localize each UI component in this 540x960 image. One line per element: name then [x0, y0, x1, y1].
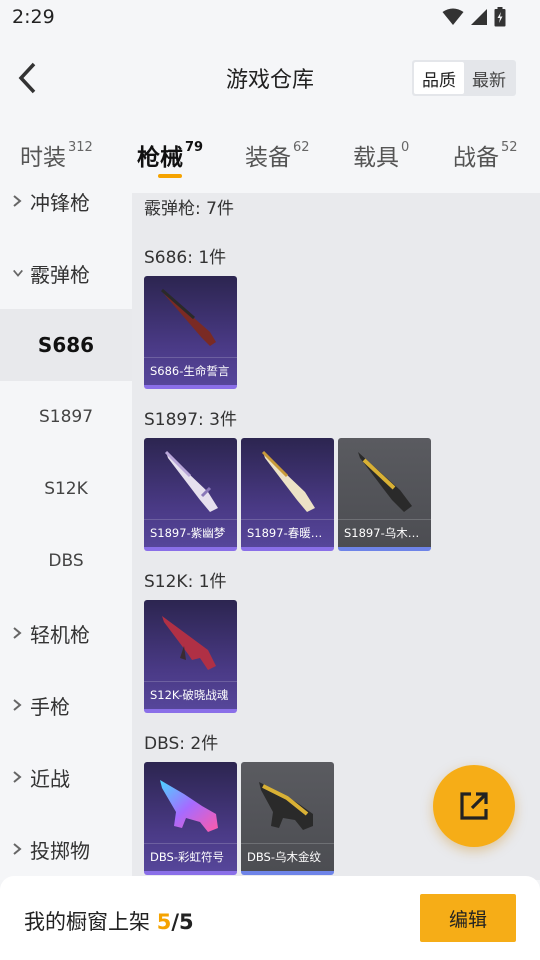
category-tabs: 时装 312 枪械 79 装备 62 载具 0 战备 52 [0, 120, 540, 193]
group-title-s686: S686: 1件 [144, 248, 227, 268]
sort-toggle: 品质 最新 [412, 60, 516, 96]
item-name: S686-生命誓言 [144, 357, 237, 385]
sidebar-item-label: 近战 [30, 766, 70, 791]
sidebar-item-melee[interactable]: 近战 [0, 741, 132, 813]
status-time: 2:29 [12, 6, 55, 28]
tab-supplies[interactable]: 战备 52 [453, 138, 518, 172]
group-title-s1897: S1897: 3件 [144, 410, 238, 430]
sidebar-subitem-dbs[interactable]: DBS [0, 525, 132, 597]
chevron-down-icon [12, 268, 24, 278]
item-name: DBS-乌木金纹 [241, 843, 334, 871]
sort-latest-button[interactable]: 最新 [464, 62, 514, 94]
item-card[interactable]: S1897-乌木… [338, 438, 431, 551]
chevron-right-icon [12, 698, 24, 712]
tab-vehicles[interactable]: 载具 0 [353, 138, 409, 172]
sidebar-item-throwable[interactable]: 投掷物 [0, 813, 132, 880]
item-card[interactable]: DBS-彩虹符号 [144, 762, 237, 875]
sidebar-subitem-s12k[interactable]: S12K [0, 453, 132, 525]
tab-count: 79 [185, 140, 204, 155]
showcase-total-count: 5 [178, 910, 194, 934]
tab-count: 0 [401, 140, 410, 155]
sidebar-item-label: 轻机枪 [30, 622, 90, 647]
tab-count: 52 [501, 140, 518, 155]
tab-label: 枪械 [137, 145, 183, 171]
sidebar-item-label: 霰弹枪 [30, 262, 90, 287]
tab-count: 62 [293, 140, 310, 155]
item-name: S1897-春暖… [241, 519, 334, 547]
chevron-right-icon [12, 842, 24, 856]
showcase-status: 我的橱窗上架 5/5 [24, 906, 194, 936]
battery-icon [494, 7, 506, 27]
chevron-right-icon [12, 626, 24, 640]
showcase-separator: / [171, 910, 179, 934]
share-button[interactable] [433, 765, 515, 847]
item-name: S12K-破晓战魂 [144, 681, 237, 709]
tab-count: 312 [68, 140, 93, 155]
sidebar-item-shotgun[interactable]: 霰弹枪 [0, 237, 132, 309]
sidebar-item-label: 投掷物 [30, 838, 90, 863]
status-icons [442, 7, 506, 27]
tab-label: 载具 [353, 145, 399, 171]
weapon-category-sidebar: 冲锋枪 霰弹枪 S686 S1897 S12K DBS 轻机枪 手枪 近战 投掷… [0, 193, 132, 880]
item-name: S1897-紫幽梦 [144, 519, 237, 547]
sidebar-item-label: 冲锋枪 [30, 193, 90, 215]
item-card[interactable]: S1897-紫幽梦 [144, 438, 237, 551]
tab-fashion[interactable]: 时装 312 [20, 138, 93, 172]
edit-button[interactable]: 编辑 [420, 894, 516, 942]
sidebar-subitem-s686[interactable]: S686 [0, 309, 132, 381]
app-header: 游戏仓库 品质 最新 [0, 36, 540, 120]
item-card[interactable]: S1897-春暖… [241, 438, 334, 551]
sidebar-item-smg[interactable]: 冲锋枪 [0, 193, 132, 237]
showcase-footer: 我的橱窗上架 5/5 编辑 [0, 876, 540, 960]
chevron-right-icon [12, 770, 24, 784]
showcase-label: 我的橱窗上架 [24, 910, 157, 934]
wifi-icon [442, 8, 464, 25]
tab-weapons[interactable]: 枪械 79 [137, 138, 203, 172]
sidebar-item-label: 手枪 [30, 694, 70, 719]
shotgun-s1897-cream-icon [261, 450, 315, 512]
sidebar-item-pistol[interactable]: 手枪 [0, 669, 132, 741]
sidebar-subitem-s1897[interactable]: S1897 [0, 381, 132, 453]
tab-label: 时装 [20, 145, 66, 171]
chevron-right-icon [12, 194, 24, 208]
shotgun-s12k-icon [162, 616, 216, 670]
shotgun-s1897-gold-icon [358, 452, 412, 512]
item-card[interactable]: DBS-乌木金纹 [241, 762, 334, 875]
shotgun-s686-icon [161, 288, 216, 346]
category-summary: 霰弹枪: 7件 [144, 199, 234, 219]
signal-icon [471, 9, 487, 25]
tab-equipment[interactable]: 装备 62 [245, 138, 310, 172]
status-bar: 2:29 [0, 0, 540, 36]
item-name: DBS-彩虹符号 [144, 843, 237, 871]
showcase-current-count: 5 [156, 910, 172, 934]
active-tab-indicator [158, 174, 182, 178]
group-title-s12k: S12K: 1件 [144, 572, 227, 592]
sidebar-item-lmg[interactable]: 轻机枪 [0, 597, 132, 669]
item-card[interactable]: S12K-破晓战魂 [144, 600, 237, 713]
shotgun-s1897-white-icon [164, 450, 218, 512]
tab-label: 装备 [245, 145, 291, 171]
item-card[interactable]: S686-生命誓言 [144, 276, 237, 389]
sort-quality-button[interactable]: 品质 [414, 62, 464, 94]
tab-label: 战备 [453, 145, 499, 171]
item-name: S1897-乌木… [338, 519, 431, 547]
shotgun-dbs-gold-icon [259, 782, 313, 830]
group-title-dbs: DBS: 2件 [144, 734, 219, 754]
share-icon [460, 792, 488, 820]
shotgun-dbs-rainbow-icon [160, 780, 218, 832]
